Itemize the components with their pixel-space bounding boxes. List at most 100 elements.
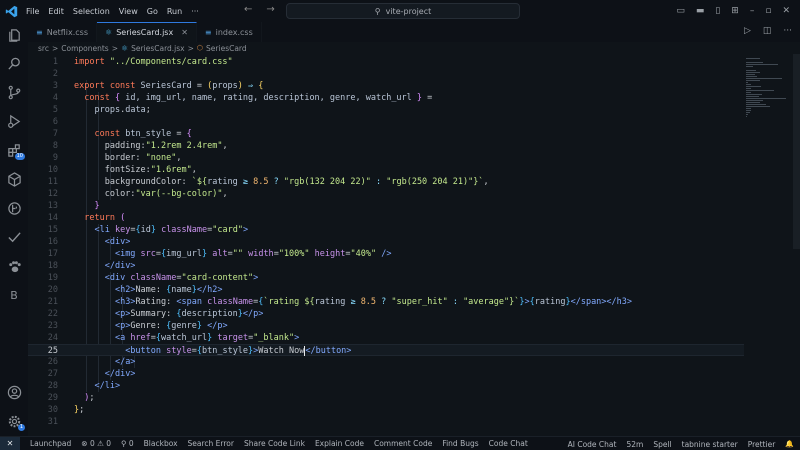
toggle-panel-icon[interactable]: ▬ <box>696 6 705 16</box>
code-line[interactable]: 23 <p>Genre: {genre} </p> <box>28 320 744 332</box>
settings-gear-icon[interactable]: 1 <box>0 410 28 432</box>
code-editor[interactable]: 1 import "../Components/card.css" 2 3 export… <box>28 54 744 436</box>
status-item[interactable]: Launchpad <box>30 439 71 448</box>
breadcrumb-symbol[interactable]: SeriesCard <box>206 44 247 53</box>
status-item[interactable]: Blackbox <box>144 439 178 448</box>
code-line[interactable]: 9 border: "none", <box>28 152 744 164</box>
code-line[interactable]: 31 <box>28 416 744 428</box>
toggle-secondary-sidebar-icon[interactable]: ▯ <box>715 6 720 16</box>
menu-item[interactable]: Edit <box>48 7 64 16</box>
layout-icon[interactable]: ⊞ <box>731 6 739 16</box>
status-item[interactable]: AI Code Chat <box>568 440 617 449</box>
code-token: , <box>176 153 182 163</box>
breadcrumb-file[interactable]: SeriesCard.jsx <box>131 44 184 53</box>
menu-item[interactable]: Go <box>147 7 158 16</box>
split-editor-icon[interactable]: ◫ <box>763 26 772 36</box>
status-item[interactable]: Search Error <box>188 439 234 448</box>
vertical-scrollbar[interactable] <box>793 54 800 249</box>
run-icon[interactable]: ▷ <box>744 26 751 36</box>
status-item[interactable]: tabnine starter <box>682 440 738 449</box>
code-line[interactable]: 15 <li key={id} className="card"> <box>28 224 744 236</box>
code-line[interactable]: 1 import "../Components/card.css" <box>28 56 744 68</box>
code-line[interactable]: 6 <box>28 116 744 128</box>
code-line[interactable]: 30}; <box>28 404 744 416</box>
line-number: 21 <box>47 297 58 307</box>
status-item[interactable]: ⊗ 0 ⚠ 0 <box>81 439 111 448</box>
source-control-icon[interactable] <box>0 81 28 103</box>
minimap-line <box>746 82 749 83</box>
code-line[interactable]: 18 </div> <box>28 260 744 272</box>
code-line[interactable]: 24 <a href={watch_url} target="_blank"> <box>28 332 744 344</box>
command-center-search[interactable]: ⚲ vite-project <box>286 3 520 19</box>
notifications-bell-icon[interactable]: 🔔 <box>785 440 794 448</box>
code-token: 8.5 <box>253 177 269 187</box>
maximize-icon[interactable]: ▫ <box>765 6 771 16</box>
status-item[interactable]: Prettier <box>748 440 776 449</box>
close-tab-icon[interactable]: ✕ <box>181 28 188 37</box>
code-line[interactable]: 7 const btn_style = { <box>28 128 744 140</box>
testing-icon[interactable] <box>0 226 28 248</box>
status-item[interactable]: Code Chat <box>489 439 528 448</box>
code-line[interactable]: 20 <h2>Name: {name}</h2> <box>28 284 744 296</box>
remote-explorer-icon[interactable] <box>0 168 28 190</box>
breadcrumb-src[interactable]: src <box>38 44 49 53</box>
code-line[interactable]: 25 <button style={btn_style}>Watch Now</… <box>28 344 744 356</box>
account-icon[interactable] <box>0 381 28 403</box>
tab-netflix-css[interactable]: ≡ Netflix.css <box>28 22 98 42</box>
status-item[interactable]: Spell <box>653 440 671 449</box>
run-debug-icon[interactable] <box>0 110 28 132</box>
code-line[interactable]: 22 <p>Summary: {description}</p> <box>28 308 744 320</box>
status-item[interactable]: Share Code Link <box>244 439 305 448</box>
close-window-icon[interactable]: ✕ <box>782 6 790 16</box>
status-item[interactable]: Find Bugs <box>442 439 478 448</box>
code-line[interactable]: 28 </li> <box>28 380 744 392</box>
code-line[interactable]: 17 <img src={img_url} alt="" width="100%… <box>28 248 744 260</box>
search-sidebar-icon[interactable] <box>0 52 28 74</box>
remote-indicator-icon[interactable]: ✕ <box>0 436 20 450</box>
explorer-icon[interactable] <box>0 24 28 46</box>
status-item[interactable]: ⚲ 0 <box>121 439 134 448</box>
code-line[interactable]: 13 } <box>28 200 744 212</box>
code-line[interactable]: 8 padding:"1.2rem 2.4rem", <box>28 140 744 152</box>
status-item[interactable]: Comment Code <box>374 439 432 448</box>
breadcrumb-components[interactable]: Components <box>61 44 108 53</box>
tab-seriescard-jsx[interactable]: ⚛ SeriesCard.jsx ✕ <box>97 22 197 42</box>
code-line[interactable]: 27 </div> <box>28 368 744 380</box>
minimize-icon[interactable]: – <box>750 6 755 16</box>
menu-item[interactable]: View <box>119 7 138 16</box>
code-line[interactable]: 12 color:"var(--bg-color)", <box>28 188 744 200</box>
tab-index-css[interactable]: ≡ index.css <box>197 22 262 42</box>
code-line[interactable]: 3 export const SeriesCard = (props) ⇒ { <box>28 80 744 92</box>
code-line[interactable]: 5 props.data; <box>28 104 744 116</box>
code-token: <p> <box>114 321 131 331</box>
minimap[interactable] <box>744 54 800 436</box>
code-line[interactable]: 16 <div> <box>28 236 744 248</box>
code-line[interactable]: 10 fontSize:"1.6rem", <box>28 164 744 176</box>
forward-arrow-icon[interactable]: → <box>266 4 274 15</box>
menu-item[interactable]: Run <box>167 7 182 16</box>
code-line[interactable]: 14 return ( <box>28 212 744 224</box>
paw-icon[interactable] <box>0 255 28 277</box>
more-actions-icon[interactable]: ··· <box>783 26 792 36</box>
status-item[interactable]: 52m <box>626 440 643 449</box>
code-line[interactable]: 19 <div className="card-content"> <box>28 272 744 284</box>
code-line[interactable]: 21 <h3>Rating: <span className={`rating … <box>28 296 744 308</box>
code-line[interactable]: 29 ); <box>28 392 744 404</box>
code-line[interactable]: 4 const { id, img_url, name, rating, des… <box>28 92 744 104</box>
gitlens-icon[interactable] <box>0 197 28 219</box>
menu-item[interactable]: Selection <box>73 7 110 16</box>
back-arrow-icon[interactable]: ← <box>244 4 252 15</box>
status-bar: ✕ Launchpad ⊗ 0 ⚠ 0 ⚲ 0 Blackbox Search Erro… <box>0 436 800 450</box>
status-item[interactable]: Explain Code <box>315 439 364 448</box>
code-line[interactable]: 2 <box>28 68 744 80</box>
menu-item[interactable]: File <box>26 7 39 16</box>
code-line[interactable]: 26 </a> <box>28 356 744 368</box>
blackbox-icon[interactable]: B <box>0 284 28 306</box>
line-number: 28 <box>47 381 58 391</box>
code-line[interactable]: 11 backgroundColor: `${rating ≥ 8.5 ? "r… <box>28 176 744 188</box>
extensions-icon[interactable]: 10 <box>0 139 28 161</box>
toggle-sidebar-icon[interactable]: ▭ <box>676 6 685 16</box>
menu-item[interactable]: ··· <box>191 7 199 16</box>
